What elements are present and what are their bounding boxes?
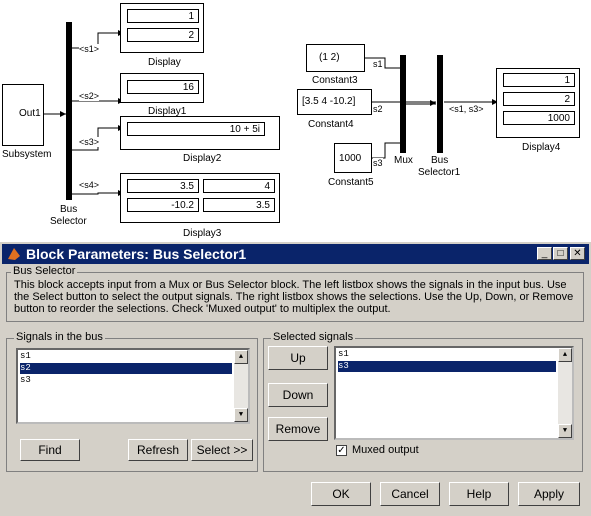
bus-selector1-block[interactable]: [437, 55, 443, 153]
find-button[interactable]: Find: [20, 439, 80, 461]
signals-scrollbar[interactable]: ▲ ▼: [234, 350, 248, 422]
bus-selector-group-label: Bus Selector: [11, 265, 78, 277]
display4-value-2: 2: [503, 92, 575, 106]
mux-label: Mux: [394, 155, 413, 166]
selected-signals-label: Selected signals: [271, 331, 356, 343]
display3-value-2: 4: [203, 179, 275, 193]
display4-value-1: 1: [503, 73, 575, 87]
signals-in-bus-label: Signals in the bus: [14, 331, 105, 343]
description-text: This block accepts input from a Mux or B…: [14, 279, 574, 315]
matlab-logo-icon: [8, 248, 20, 260]
bus-selector-label-2: Selector: [50, 216, 87, 227]
display2-block[interactable]: 10 + 5i: [120, 116, 280, 150]
display3-value-1: 3.5: [127, 179, 199, 193]
cancel-button[interactable]: Cancel: [380, 482, 440, 506]
close-icon[interactable]: ✕: [570, 247, 585, 260]
display3-value-3: -10.2: [127, 198, 199, 212]
signal-label-s2: <s2>: [79, 91, 100, 101]
dialog-titlebar[interactable]: Block Parameters: Bus Selector1 _ □ ✕: [2, 244, 589, 264]
bus-selector1-label-2: Selector1: [418, 167, 461, 178]
mux-block[interactable]: [400, 55, 406, 153]
apply-button[interactable]: Apply: [518, 482, 580, 506]
list-item[interactable]: s1: [338, 349, 556, 360]
down-button[interactable]: Down: [268, 383, 328, 407]
display-value-2: 2: [127, 28, 199, 42]
mux-input-label-s1: s1: [373, 59, 383, 69]
bus-selector1-label-1: Bus: [431, 155, 449, 166]
bus-selector-label-1: Bus: [60, 204, 78, 215]
display4-block[interactable]: 1 2 1000: [496, 68, 580, 138]
minimize-icon[interactable]: _: [537, 247, 552, 260]
up-button[interactable]: Up: [268, 346, 328, 370]
display-label: Display: [148, 57, 181, 68]
display4-value-3: 1000: [503, 111, 575, 125]
bus-selector1-output-label: <s1, s3>: [449, 104, 484, 114]
dialog-title: Block Parameters: Bus Selector1: [26, 246, 247, 262]
signal-label-s4: <s4>: [79, 180, 100, 190]
signal-label-s3: <s3>: [79, 137, 100, 147]
constant4-block[interactable]: [3.5 4 -10.2]: [297, 89, 372, 115]
display3-block[interactable]: 3.5 4 -10.2 3.5: [120, 173, 280, 223]
maximize-icon[interactable]: □: [553, 247, 568, 260]
constant3-block[interactable]: (1 2): [306, 44, 365, 72]
selected-listbox[interactable]: s1 s3 ▲ ▼: [334, 346, 574, 440]
list-item[interactable]: s3: [20, 375, 232, 386]
list-item[interactable]: s1: [20, 351, 232, 362]
ok-button[interactable]: OK: [311, 482, 371, 506]
scroll-up-icon[interactable]: ▲: [234, 350, 248, 364]
list-item[interactable]: s3: [338, 361, 556, 372]
muxed-output-label: Muxed output: [352, 444, 419, 456]
block-parameters-dialog: Block Parameters: Bus Selector1 _ □ ✕ Bu…: [0, 242, 591, 516]
display3-label: Display3: [183, 228, 222, 239]
subsystem-block[interactable]: Out1: [2, 84, 44, 146]
scroll-down-icon[interactable]: ▼: [558, 424, 572, 438]
list-item[interactable]: s2: [20, 363, 232, 374]
signals-listbox[interactable]: s1 s2 s3 ▲ ▼: [16, 348, 250, 424]
scroll-up-icon[interactable]: ▲: [558, 348, 572, 362]
constant3-value: (1 2): [319, 52, 340, 63]
signal-label-s1: <s1>: [79, 44, 100, 54]
display2-value: 10 + 5i: [127, 122, 265, 136]
constant4-value: [3.5 4 -10.2]: [302, 96, 356, 107]
help-button[interactable]: Help: [449, 482, 509, 506]
constant3-label: Constant3: [312, 75, 358, 86]
display3-value-4: 3.5: [203, 198, 275, 212]
display1-block[interactable]: 16: [120, 73, 204, 103]
bus-selector-block[interactable]: [66, 22, 72, 200]
display4-label: Display4: [522, 142, 561, 153]
constant5-value: 1000: [339, 153, 362, 164]
remove-button[interactable]: Remove: [268, 417, 328, 441]
refresh-button[interactable]: Refresh: [128, 439, 188, 461]
display-block[interactable]: 1 2: [120, 3, 204, 53]
select-button[interactable]: Select >>: [191, 439, 253, 461]
constant5-label: Constant5: [328, 177, 374, 188]
subsystem-port-label: Out1: [19, 108, 41, 119]
constant4-label: Constant4: [308, 119, 354, 130]
display-value-1: 1: [127, 9, 199, 23]
muxed-output-checkbox[interactable]: ✓: [336, 445, 347, 456]
subsystem-label: Subsystem: [2, 149, 52, 160]
constant5-block[interactable]: 1000: [334, 143, 372, 173]
display2-label: Display2: [183, 153, 222, 164]
mux-input-label-s3: s3: [373, 158, 383, 168]
mux-input-label-s2: s2: [373, 104, 383, 114]
selected-scrollbar[interactable]: ▲ ▼: [558, 348, 572, 438]
display1-value: 16: [127, 80, 199, 94]
scroll-down-icon[interactable]: ▼: [234, 408, 248, 422]
